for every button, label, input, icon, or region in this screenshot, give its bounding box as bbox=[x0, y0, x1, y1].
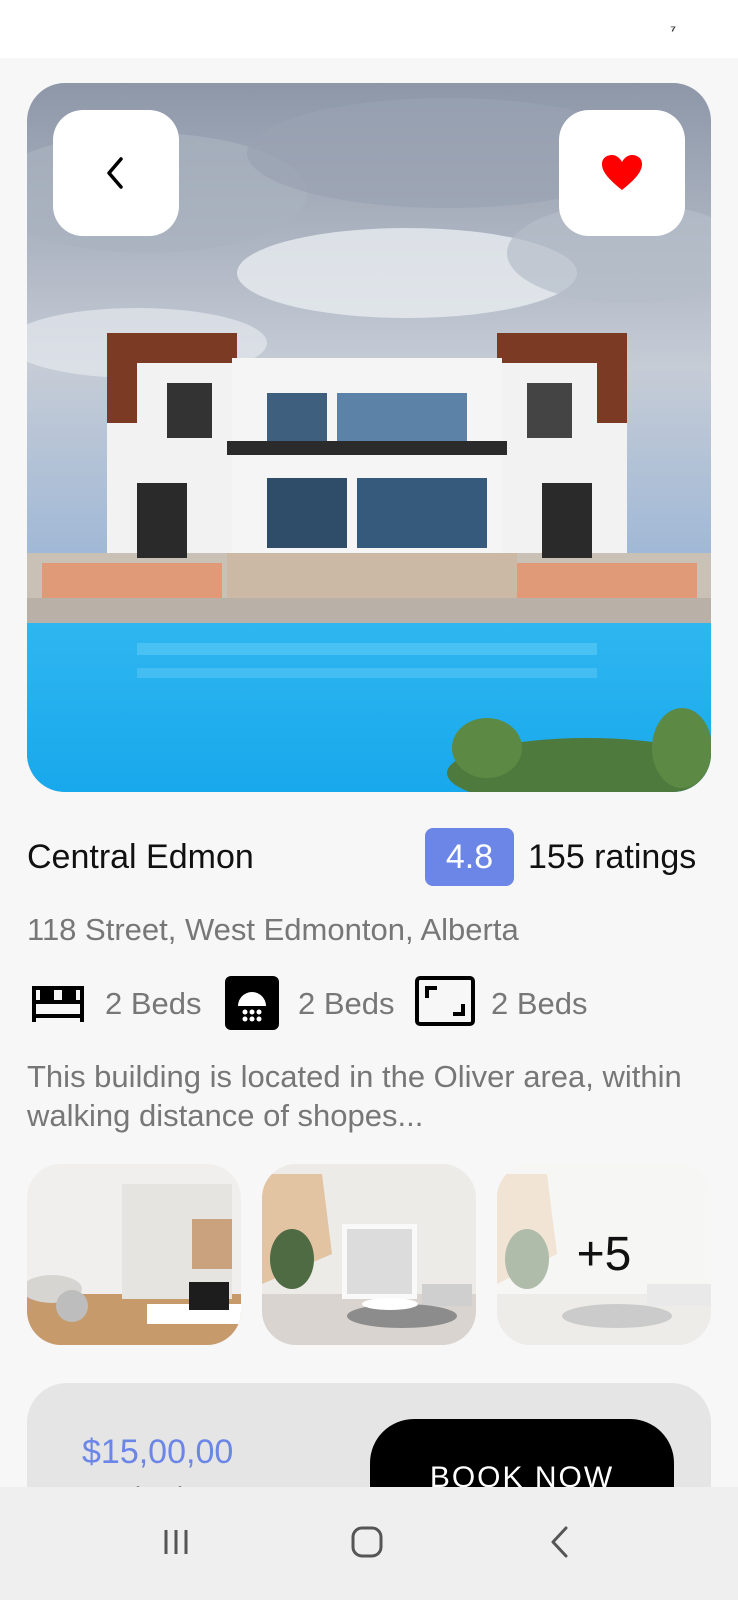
property-description: This building is located in the Oliver a… bbox=[27, 1059, 682, 1133]
back-button[interactable] bbox=[53, 110, 179, 236]
property-address: 118 Street, West Edmonton, Alberta bbox=[27, 912, 519, 947]
area-icon bbox=[415, 976, 475, 1026]
system-nav-bar bbox=[0, 1487, 738, 1600]
feature-label: 2 Beds bbox=[105, 986, 202, 1021]
feature-list: 2 Beds 2 Beds 2 Beds bbox=[27, 976, 727, 1036]
home-button[interactable] bbox=[337, 1517, 397, 1567]
gallery-thumbnail[interactable] bbox=[262, 1164, 476, 1345]
more-photos-count: +5 bbox=[497, 1164, 711, 1345]
status-glyph: ⁷ bbox=[670, 22, 676, 38]
status-bar: ⁷ bbox=[0, 0, 738, 58]
system-back-button[interactable] bbox=[530, 1517, 590, 1567]
feature-label: 2 Beds bbox=[298, 986, 395, 1021]
rating-badge: 4.8 bbox=[425, 828, 514, 886]
shower-icon bbox=[225, 976, 279, 1030]
favorite-button[interactable] bbox=[559, 110, 685, 236]
gallery-thumbnail[interactable] bbox=[27, 1164, 241, 1345]
bed-icon bbox=[32, 986, 84, 1022]
heart-icon bbox=[602, 155, 642, 190]
property-name: Central Edmon bbox=[27, 838, 254, 876]
gallery-thumbnail-more[interactable]: +5 bbox=[497, 1164, 711, 1345]
back-arrow-icon bbox=[551, 1526, 568, 1558]
price: $15,00,00 bbox=[82, 1433, 234, 1471]
recent-apps-icon bbox=[164, 1530, 188, 1554]
feature-label: 2 Beds bbox=[491, 986, 588, 1021]
recent-apps-button[interactable] bbox=[146, 1517, 206, 1567]
rating-count: 155 ratings bbox=[528, 838, 697, 876]
home-icon bbox=[351, 1526, 383, 1558]
chevron-left-icon bbox=[107, 157, 123, 189]
